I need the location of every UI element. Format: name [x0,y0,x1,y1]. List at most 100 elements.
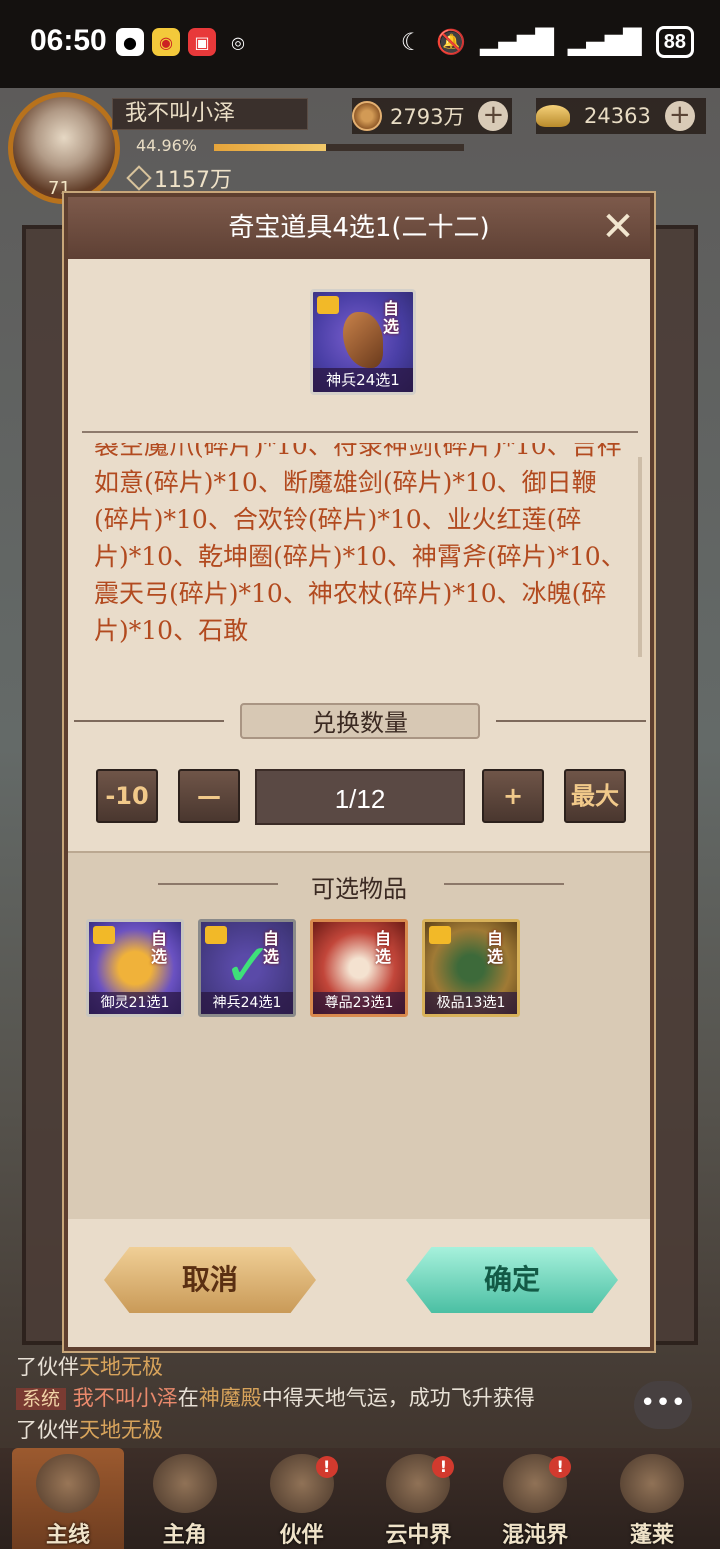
max-button[interactable]: 最大 [564,769,626,823]
confirm-button[interactable]: 确定 [406,1247,618,1313]
quantity-stepper: -10 — 1/12 + 最大 [96,767,628,825]
chat-line: 了伙伴天地无极 [16,1352,636,1383]
weibo-icon: ◉ [152,28,180,56]
qq-icon: ● [116,28,144,56]
dialog-title: 奇宝道具4选1(二十二) [68,197,650,259]
puzzle-icon [317,296,339,314]
battery-icon: 88 [655,26,694,58]
nav-label: 混沌界 [502,1523,569,1548]
nav-label: 伙伴 [279,1523,324,1548]
system-status: ☾ 🔕 ▂▄▆█ ▂▄▆█ 88 [401,26,694,58]
plus-button[interactable]: + [482,769,544,823]
chat-line: 了伙伴天地无极 [16,1415,636,1446]
combat-power-value: 1157万 [154,168,232,193]
notification-icons: ● ◉ ▣ ◎ [116,28,252,56]
place-name: 神魔殿 [198,1386,262,1410]
item-caption: 尊品23选1 [313,992,405,1014]
status-bar: 06:50 ● ◉ ▣ ◎ ☾ 🔕 ▂▄▆█ ▂▄▆█ 88 [0,0,720,88]
nav-hero[interactable]: 主角 [129,1448,241,1549]
add-ingot-button[interactable]: + [664,101,695,131]
self-select-tag: 自选 [375,929,392,966]
hero-icon [152,1454,217,1513]
self-select-tag: 自选 [487,929,504,966]
nav-penglai[interactable]: 蓬莱 [596,1448,708,1549]
nav-chaos-realm[interactable]: ! 混沌界 [479,1448,591,1549]
chat-text: 中得天地气运，成功飞升获得 [261,1386,535,1410]
divider-right [444,883,564,885]
swords-icon [126,165,152,191]
exp-bar [214,144,464,151]
partner-name: 天地无极 [79,1418,163,1442]
option-item[interactable]: 自选 极品13选1 [422,919,520,1017]
ingot-currency: 24363 + [536,98,706,134]
bottom-nav: 主线 主角 ! 伙伴 ! 云中界 ! 混沌界 蓬莱 [0,1448,720,1549]
alert-badge: ! [549,1456,572,1478]
ingot-amount: 24363 [584,104,651,128]
crossed-swords-icon [36,1454,100,1513]
item-description[interactable]: 裂空魔爪(碎片)*10、符录神剑(碎片)*10、吉祥如意(碎片)*10、断魔雄剑… [94,443,630,683]
add-coin-button[interactable]: + [478,101,509,131]
self-select-tag: 自选 [151,929,168,966]
exp-fill [214,144,327,151]
partner-name: 天地无极 [79,1355,163,1379]
eye-icon: ◎ [231,32,245,52]
divider-left [74,720,224,722]
item-caption: 极品13选1 [425,992,517,1014]
nav-main-line[interactable]: 主线 [12,1448,124,1549]
nav-label: 蓬莱 [629,1523,674,1548]
combat-power: 1157万 [126,164,232,193]
minus-10-button[interactable]: -10 [96,769,158,823]
divider [82,431,638,433]
chat-line: 系统 我不叫小泽在神魔殿中得天地气运，成功飞升获得 [16,1383,636,1415]
mute-icon: 🔕 [436,28,467,56]
description-text: 裂空魔爪(碎片)*10、符录神剑(碎片)*10、吉祥如意(碎片)*10、断魔雄剑… [94,443,626,645]
signal-2-icon: ▂▄▆█ [567,28,642,56]
ingot-icon [536,105,570,127]
item-caption: 神兵24选1 [313,368,413,392]
news-icon: ▣ [188,28,216,56]
coin-icon [352,101,382,131]
options-panel: 可选物品 自选 御灵21选1 自选 ✓ 神兵24选1 自选 尊品23选1 自选 … [68,851,650,1219]
item-caption: 神兵24选1 [201,992,293,1014]
option-item[interactable]: 自选 ✓ 神兵24选1 [198,919,296,1017]
quantity-header: 兑换数量 [74,703,646,739]
player-name-link: 我不叫小泽 [72,1386,178,1410]
chat-bubble-icon[interactable]: ••• [634,1381,692,1429]
exchange-dialog: 奇宝道具4选1(二十二) ✕ 自选 神兵24选1 裂空魔爪(碎片)*10、符录神… [64,193,654,1351]
chat-feed[interactable]: 了伙伴天地无极 系统 我不叫小泽在神魔殿中得天地气运，成功飞升获得 了伙伴天地无… [16,1352,636,1446]
clock: 06:50 [30,24,107,57]
coin-amount: 2793万 [390,105,465,129]
nav-label: 云中界 [385,1523,452,1548]
description-scrollbar[interactable] [638,457,642,657]
player-name: 我不叫小泽 [112,98,308,130]
alert-badge: ! [315,1456,338,1478]
nav-cloud-realm[interactable]: ! 云中界 [362,1448,474,1549]
system-tag: 系统 [16,1388,67,1410]
puzzle-icon [429,926,451,944]
option-item[interactable]: 自选 尊品23选1 [310,919,408,1017]
options-title: 可选物品 [311,875,407,903]
selected-item-icon[interactable]: 自选 神兵24选1 [310,289,416,395]
moon-icon: ☾ [400,28,423,56]
quantity-value[interactable]: 1/12 [255,769,465,825]
chat-text: 了伙伴 [16,1418,79,1442]
exp-percent: 44.96% [136,136,198,155]
minus-button[interactable]: — [178,769,240,823]
cancel-button[interactable]: 取消 [104,1247,316,1313]
alert-badge: ! [432,1456,455,1478]
sage-icon [619,1454,684,1513]
nav-label: 主角 [162,1523,207,1548]
self-select-tag: 自选 [383,299,400,336]
item-caption: 御灵21选1 [89,992,181,1014]
quantity-label: 兑换数量 [240,703,480,739]
chat-text: 了伙伴 [16,1355,79,1379]
chat-text: 在 [177,1386,199,1410]
coin-currency: 2793万 + [352,98,512,134]
checkmark-icon: ✓ [223,931,274,1001]
weapon-icon [343,312,383,368]
nav-label: 主线 [45,1523,90,1548]
signal-icon: ▂▄▆█ [480,28,554,56]
close-button[interactable]: ✕ [596,205,640,249]
nav-partner[interactable]: ! 伙伴 [246,1448,358,1549]
option-item[interactable]: 自选 御灵21选1 [86,919,184,1017]
